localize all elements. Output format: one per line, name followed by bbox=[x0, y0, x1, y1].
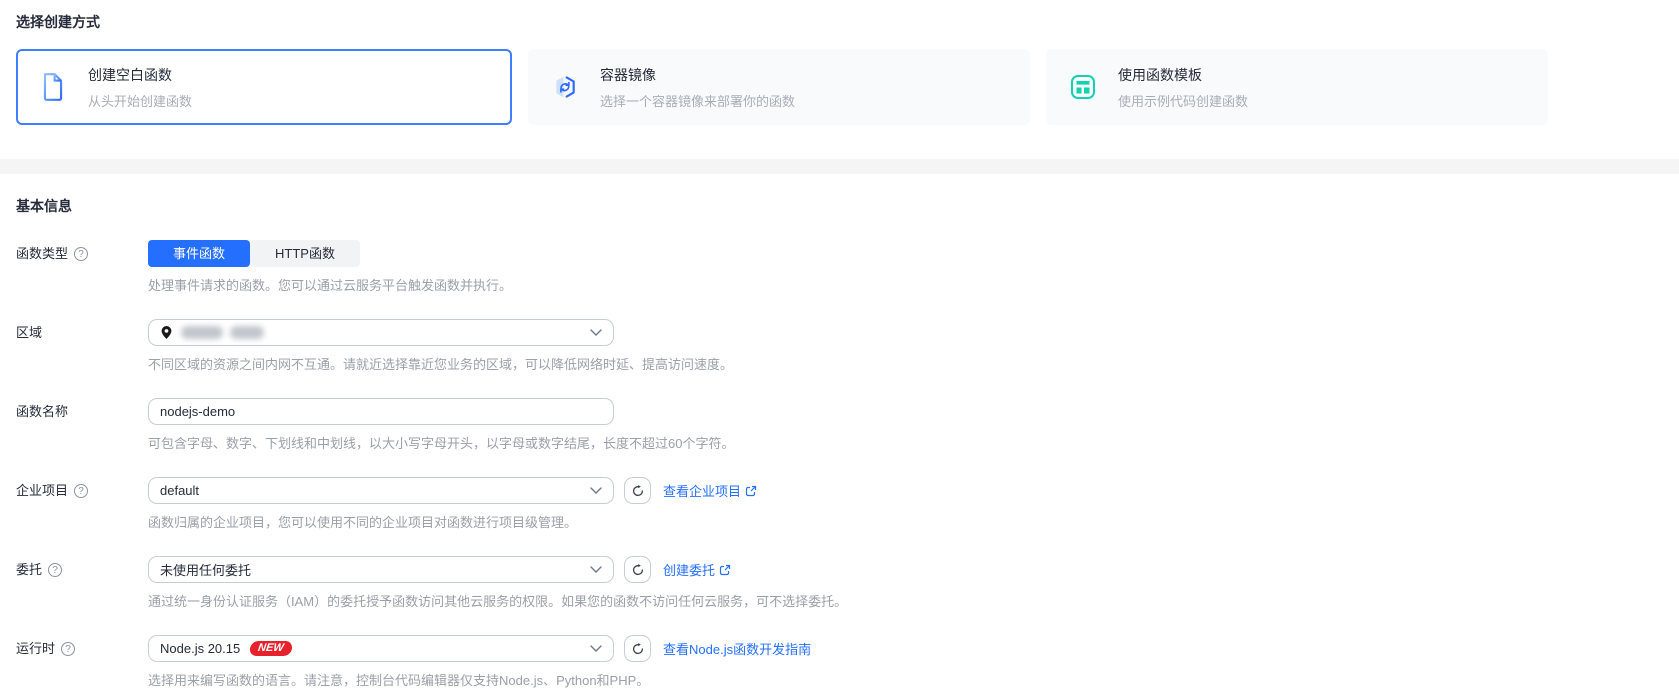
refresh-icon bbox=[631, 563, 645, 577]
agency-value: 未使用任何委托 bbox=[160, 560, 251, 579]
chevron-down-icon bbox=[590, 329, 602, 336]
creation-method-cards: 创建空白函数 从头开始创建函数 容器镜像 选择一个容器镜像来部署你的函数 bbox=[16, 49, 1663, 125]
refresh-icon bbox=[631, 484, 645, 498]
region-redacted-value bbox=[181, 326, 223, 339]
function-name-description: 可包含字母、数字、下划线和中划线，以大小写字母开头，以字母或数字结尾，长度不超过… bbox=[148, 436, 734, 451]
chevron-down-icon bbox=[590, 487, 602, 494]
external-link-icon bbox=[745, 485, 757, 497]
region-redacted-value bbox=[230, 326, 264, 339]
enterprise-project-label: 企业项目 ? bbox=[16, 477, 148, 504]
http-function-tab[interactable]: HTTP函数 bbox=[250, 240, 360, 267]
section-divider-band bbox=[0, 159, 1679, 174]
create-agency-link[interactable]: 创建委托 bbox=[663, 560, 731, 579]
form-row-agency: 委托 ? 未使用任何委托 创建委托 bbox=[16, 556, 1663, 609]
function-type-toggle: 事件函数 HTTP函数 bbox=[148, 240, 512, 267]
new-badge: NEW bbox=[249, 641, 293, 656]
card-title: 容器镜像 bbox=[600, 65, 795, 85]
template-icon bbox=[1068, 74, 1098, 100]
refresh-button[interactable] bbox=[624, 635, 651, 662]
form-row-region: 区域 不同区域的资源之间内网不互通。请就近选择靠近您业务的区域， bbox=[16, 319, 1663, 372]
card-subtitle: 选择一个容器镜像来部署你的函数 bbox=[600, 91, 795, 110]
help-icon[interactable]: ? bbox=[74, 247, 88, 261]
region-description: 不同区域的资源之间内网不互通。请就近选择靠近您业务的区域，可以降低网络时延、提高… bbox=[148, 357, 733, 372]
form-row-function-type: 函数类型 ? 事件函数 HTTP函数 处理事件请求的函数。您可以通过云服务平台触… bbox=[16, 240, 1663, 293]
nodejs-guide-link[interactable]: 查看Node.js函数开发指南 bbox=[663, 639, 811, 658]
refresh-button[interactable] bbox=[624, 556, 651, 583]
runtime-select[interactable]: Node.js 20.15 NEW bbox=[148, 635, 614, 662]
function-type-label: 函数类型 ? bbox=[16, 240, 148, 267]
region-select[interactable] bbox=[148, 319, 614, 346]
function-type-description: 处理事件请求的函数。您可以通过云服务平台触发函数并执行。 bbox=[148, 278, 512, 293]
help-icon[interactable]: ? bbox=[74, 484, 88, 498]
chevron-down-icon bbox=[590, 566, 602, 573]
agency-label: 委托 ? bbox=[16, 556, 148, 583]
refresh-icon bbox=[631, 642, 645, 656]
view-enterprise-project-link[interactable]: 查看企业项目 bbox=[663, 481, 757, 500]
card-function-template[interactable]: 使用函数模板 使用示例代码创建函数 bbox=[1046, 49, 1548, 125]
chevron-down-icon bbox=[590, 645, 602, 652]
card-title: 创建空白函数 bbox=[88, 65, 192, 85]
enterprise-project-select[interactable]: default bbox=[148, 477, 614, 504]
create-method-section: 选择创建方式 创建空白函数 从头开始创建函数 bbox=[0, 0, 1679, 125]
runtime-value: Node.js 20.15 bbox=[160, 641, 240, 656]
help-icon[interactable]: ? bbox=[48, 563, 62, 577]
container-image-icon bbox=[550, 74, 580, 100]
blank-file-icon bbox=[38, 72, 68, 102]
form-row-runtime: 运行时 ? Node.js 20.15 NEW bbox=[16, 635, 1663, 688]
event-function-tab[interactable]: 事件函数 bbox=[148, 240, 250, 267]
location-pin-icon bbox=[160, 325, 173, 340]
region-label: 区域 bbox=[16, 319, 148, 346]
card-subtitle: 从头开始创建函数 bbox=[88, 91, 192, 110]
enterprise-project-description: 函数归属的企业项目，您可以使用不同的企业项目对函数进行项目级管理。 bbox=[148, 515, 757, 530]
help-icon[interactable]: ? bbox=[61, 642, 75, 656]
function-name-label: 函数名称 bbox=[16, 398, 148, 425]
card-title: 使用函数模板 bbox=[1118, 65, 1248, 85]
basic-info-title: 基本信息 bbox=[16, 196, 1663, 216]
function-name-input[interactable] bbox=[148, 398, 614, 425]
agency-select[interactable]: 未使用任何委托 bbox=[148, 556, 614, 583]
basic-info-section: 基本信息 函数类型 ? 事件函数 HTTP函数 处理事件请求的函数。您可以通过云… bbox=[0, 174, 1679, 688]
form-row-enterprise-project: 企业项目 ? default 查看企业项目 bbox=[16, 477, 1663, 530]
enterprise-project-value: default bbox=[160, 483, 199, 498]
card-blank-function[interactable]: 创建空白函数 从头开始创建函数 bbox=[16, 49, 512, 125]
create-method-title: 选择创建方式 bbox=[16, 12, 1663, 32]
external-link-icon bbox=[719, 564, 731, 576]
refresh-button[interactable] bbox=[624, 477, 651, 504]
form-row-function-name: 函数名称 可包含字母、数字、下划线和中划线，以大小写字母开头，以字母或数字结尾，… bbox=[16, 398, 1663, 451]
agency-description: 通过统一身份认证服务（IAM）的委托授予函数访问其他云服务的权限。如果您的函数不… bbox=[148, 594, 847, 609]
card-container-image[interactable]: 容器镜像 选择一个容器镜像来部署你的函数 bbox=[528, 49, 1030, 125]
runtime-label: 运行时 ? bbox=[16, 635, 148, 662]
runtime-description: 选择用来编写函数的语言。请注意，控制台代码编辑器仅支持Node.js、Pytho… bbox=[148, 673, 811, 688]
card-subtitle: 使用示例代码创建函数 bbox=[1118, 91, 1248, 110]
